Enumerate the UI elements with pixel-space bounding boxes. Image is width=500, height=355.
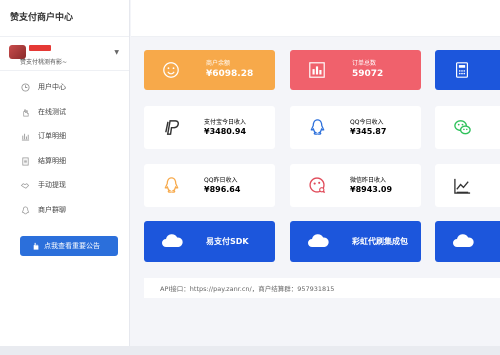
stat-card-balance[interactable]: 商户余额 ¥6098.28 <box>144 50 275 90</box>
stat-label: 商户余额 <box>206 60 231 67</box>
bar-chart-icon <box>20 124 30 152</box>
cloud-icon <box>162 234 183 247</box>
sidebar-item-settlement[interactable]: 结算明细 <box>0 149 129 174</box>
line-chart-icon <box>454 178 471 194</box>
income-label: 支付宝今日收入 <box>204 119 247 126</box>
promo-card-rainbow[interactable]: 彩虹代刷集成包 <box>290 221 421 262</box>
qq-icon <box>310 119 325 135</box>
income-card-third[interactable] <box>435 164 500 207</box>
sidebar-item-label: 订单明细 <box>38 132 66 140</box>
important-notice-button[interactable]: 点我查看重要公告 <box>20 236 118 256</box>
sidebar-item-online-test[interactable]: 在线测试 <box>0 100 129 125</box>
cloud-icon <box>453 234 474 247</box>
smile-icon <box>163 62 179 78</box>
income-card-wechat-today[interactable] <box>435 106 500 149</box>
income-value: ¥345.87 <box>350 127 387 136</box>
income-label: 微信昨日收入 <box>350 177 387 184</box>
income-value: ¥3480.94 <box>204 127 247 136</box>
stat-value: ¥6098.28 <box>206 69 254 79</box>
chevron-down-icon[interactable]: ▼ <box>114 49 119 56</box>
sidebar-item-chat-group[interactable]: 商户群聊 <box>0 198 129 223</box>
wechat-icon <box>454 120 471 135</box>
clock-icon <box>20 75 30 103</box>
sidebar-item-label: 在线测试 <box>38 107 66 116</box>
sidebar-item-withdraw[interactable]: 手动提现 <box>0 173 129 198</box>
income-value: ¥896.64 <box>204 185 241 194</box>
sidebar-item-label: 用户中心 <box>38 83 66 91</box>
handshake-icon <box>20 173 30 201</box>
income-label: QQ昨日收入 <box>204 177 238 184</box>
stat-label: 订单总数 <box>352 60 377 67</box>
cloud-icon <box>308 234 329 247</box>
promo-label: 彩虹代刷集成包 <box>352 237 408 246</box>
sidebar-item-orders[interactable]: 订单明细 <box>0 124 129 149</box>
bottom-strip <box>0 346 500 355</box>
stat-value: 59072 <box>352 69 384 79</box>
sidebar: 赞支付商户中心 赞支付桃测有影~ ▼ 用户中心 在线测试 订单明细 结算明细 手… <box>0 0 130 355</box>
qq-icon <box>164 177 179 193</box>
stat-card-orders[interactable]: 订单总数 59072 <box>290 50 421 90</box>
income-label: QQ今日收入 <box>350 119 384 126</box>
api-info-bar: API接口：https://pay.zanr.cn/，商户结算群：9579318… <box>144 278 500 298</box>
redacted-username <box>29 45 51 51</box>
gamepad-icon <box>309 177 326 194</box>
income-card-qq-yesterday[interactable]: QQ昨日收入 ¥896.64 <box>144 164 275 207</box>
brand-title: 赞支付商户中心 <box>0 0 129 37</box>
hand-icon <box>20 100 30 128</box>
stat-card-third[interactable] <box>435 50 500 90</box>
income-card-wechat-yesterday[interactable]: 微信昨日收入 ¥8943.09 <box>290 164 421 207</box>
promo-card-third[interactable] <box>435 221 500 262</box>
sidebar-item-label: 结算明细 <box>38 156 66 165</box>
paypal-icon <box>165 120 179 135</box>
pointer-hand-icon <box>31 236 40 259</box>
bar-chart-icon <box>309 62 325 78</box>
api-info-text: API接口：https://pay.zanr.cn/，商户结算群：9579318… <box>160 285 335 293</box>
income-card-alipay-today[interactable]: 支付宝今日收入 ¥3480.94 <box>144 106 275 149</box>
income-card-qq-today[interactable]: QQ今日收入 ¥345.87 <box>290 106 421 149</box>
income-value: ¥8943.09 <box>350 185 393 194</box>
user-profile[interactable]: 赞支付桃测有影~ ▼ <box>0 37 129 71</box>
top-bar <box>131 0 500 37</box>
notice-button-label: 点我查看重要公告 <box>44 242 100 250</box>
sidebar-item-label: 手动提现 <box>38 181 66 189</box>
sidebar-menu: 用户中心 在线测试 订单明细 结算明细 手动提现 商户群聊 <box>0 71 129 222</box>
promo-card-sdk[interactable]: 易支付SDK <box>144 221 275 262</box>
calculator-icon <box>456 62 468 78</box>
qq-icon <box>20 198 30 226</box>
promo-label: 易支付SDK <box>206 237 249 246</box>
user-subtitle: 赞支付桃测有影~ <box>20 59 68 66</box>
sidebar-item-label: 商户群聊 <box>38 205 66 214</box>
sidebar-item-user-center[interactable]: 用户中心 <box>0 75 129 100</box>
document-icon <box>20 149 30 177</box>
